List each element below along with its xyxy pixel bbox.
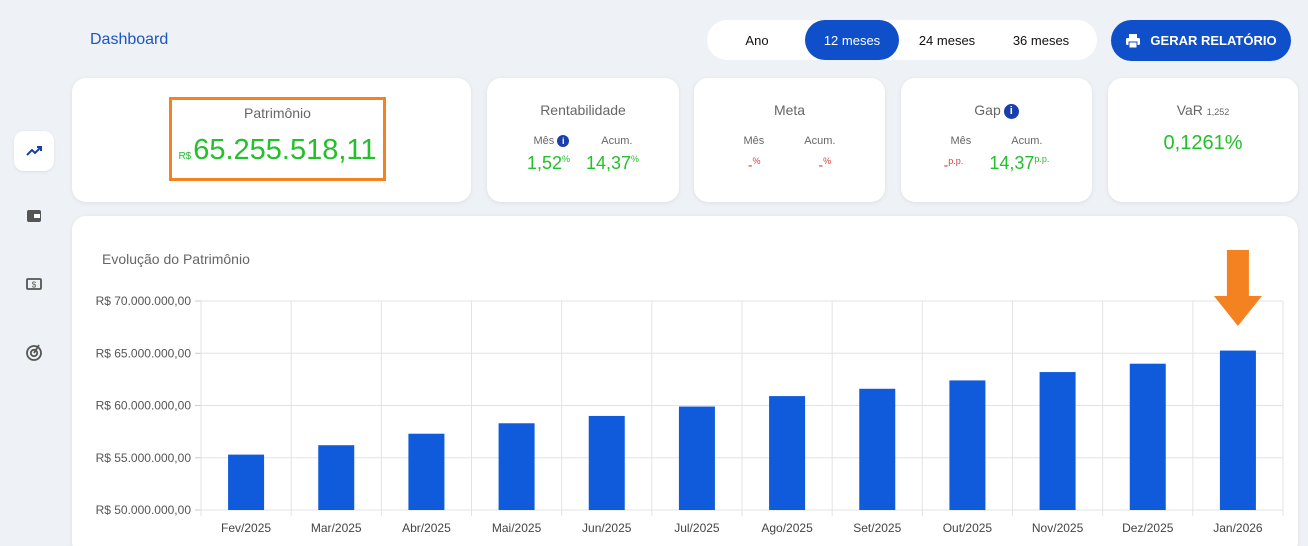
bar-jun-2025 — [588, 415, 625, 510]
x-tick-label: Mai/2025 — [492, 521, 542, 535]
x-tick-label: Dez/2025 — [1122, 521, 1174, 535]
bar-out-2025 — [949, 380, 986, 510]
y-tick-label: R$ 65.000.000,00 — [96, 346, 192, 360]
x-tick-label: Nov/2025 — [1032, 521, 1084, 535]
bar-jul-2025 — [678, 406, 715, 510]
x-tick-label: Set/2025 — [853, 521, 901, 535]
x-tick-label: Mar/2025 — [311, 521, 362, 535]
y-tick-label: R$ 50.000.000,00 — [96, 503, 192, 517]
x-tick-label: Jan/2026 — [1213, 521, 1263, 535]
bar-set-2025 — [859, 388, 896, 510]
y-tick-label: R$ 60.000.000,00 — [96, 399, 192, 413]
x-tick-label: Fev/2025 — [221, 521, 271, 535]
bar-fev-2025 — [228, 454, 265, 510]
y-tick-label: R$ 70.000.000,00 — [96, 294, 192, 308]
x-tick-label: Jun/2025 — [582, 521, 632, 535]
bar-jan-2026 — [1219, 350, 1256, 510]
highlight-arrow-head — [1213, 296, 1262, 326]
bar-ago-2025 — [769, 396, 806, 510]
x-tick-label: Jul/2025 — [674, 521, 720, 535]
x-tick-label: Out/2025 — [943, 521, 993, 535]
y-tick-label: R$ 55.000.000,00 — [96, 451, 192, 465]
highlight-arrow-shaft — [1226, 250, 1249, 296]
bar-nov-2025 — [1039, 372, 1076, 510]
bar-mai-2025 — [498, 423, 535, 510]
x-tick-label: Abr/2025 — [402, 521, 451, 535]
bar-abr-2025 — [408, 433, 445, 510]
x-tick-label: Ago/2025 — [761, 521, 813, 535]
patrimonio-bar-chart: R$ 50.000.000,00 R$ 55.000.000,00 R$ 60.00… — [96, 250, 1284, 535]
bar-dez-2025 — [1129, 363, 1166, 510]
bar-mar-2025 — [318, 445, 355, 510]
